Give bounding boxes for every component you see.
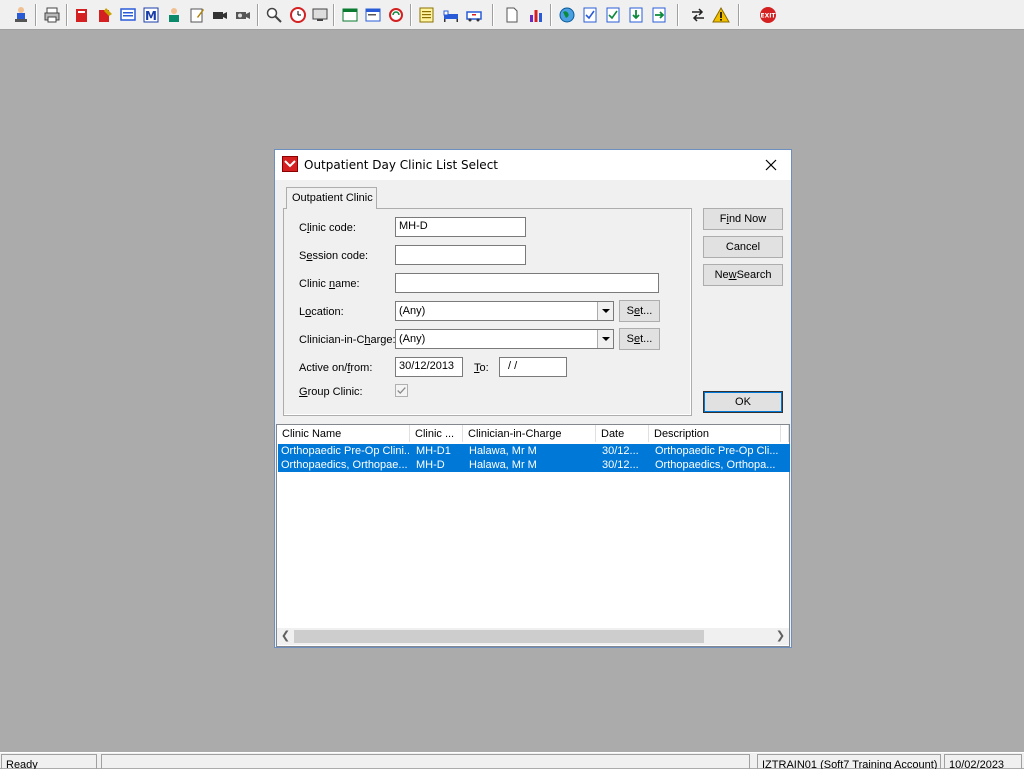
printer-icon[interactable] [42,4,62,25]
ok-button[interactable]: OK [703,391,783,413]
status-date: 10/02/2023 [944,754,1022,769]
active-from-label: Active on/from: [299,362,373,374]
location-dropdown[interactable]: (Any) [395,301,614,321]
column-header-clinician[interactable]: Clinician-in-Charge [463,425,596,442]
letter-m-icon[interactable]: M [141,4,161,25]
find-now-button[interactable]: Fi nd Now [703,208,783,230]
group-clinic-checkbox[interactable] [395,384,408,397]
new-search-button[interactable]: Ne w Search [703,264,783,286]
location-value: (Any) [399,305,426,317]
form-tick-icon[interactable] [603,4,623,25]
clinic-code-label: Clinic code: [299,222,356,234]
cell-clinician: Halawa, Mr M [469,445,537,457]
exit-icon[interactable]: EXIT [758,4,778,25]
form-check-icon[interactable] [580,4,600,25]
to-date-input[interactable]: / / [499,357,567,377]
cell-description: Orthopaedic Pre-Op Cli... [655,445,779,457]
table-row[interactable]: Orthopaedic Pre-Op Clini... MH-D1 Halawa… [278,444,790,458]
cell-clinic-name: Orthopaedic Pre-Op Clini... [281,445,409,457]
column-header-date[interactable]: Date [596,425,649,442]
cell-clinic-name: Orthopaedics, Orthopae... [281,459,408,471]
horizontal-scrollbar[interactable]: ❮ ❯ [277,628,789,645]
status-blank-pane [101,754,750,769]
clinic-name-input[interactable] [395,273,659,293]
clinician-set-button[interactable]: Se t... [619,328,660,350]
window-list-icon[interactable] [363,4,383,25]
group-clinic-label: Group Clinic: [299,386,363,398]
scroll-right-icon[interactable]: ❯ [772,628,789,645]
close-icon[interactable] [761,155,781,175]
session-code-input[interactable] [395,245,526,265]
chevron-down-icon[interactable] [597,302,613,320]
cell-date: 30/12... [602,459,639,471]
window-panel-icon[interactable] [340,4,360,25]
to-label: To: [474,362,489,374]
person-at-computer-icon[interactable] [11,4,31,25]
list-header: Clinic Name Clinic ... Clinician-in-Char… [277,425,789,442]
video-camera-alt-icon[interactable] [233,4,253,25]
chevron-down-icon[interactable] [597,330,613,348]
active-from-input[interactable]: 30/12/2013 [395,357,463,377]
scroll-left-icon[interactable]: ❮ [277,628,294,645]
clock-icon[interactable] [288,4,308,25]
monitor-icon[interactable] [310,4,330,25]
ambulance-icon[interactable] [464,4,484,25]
column-header-description[interactable]: Description [649,425,781,442]
location-set-button[interactable]: Se t... [619,300,660,322]
clinic-code-input[interactable]: MH-D [395,217,526,237]
svg-text:M: M [145,9,157,23]
scrollbar-thumb[interactable] [294,630,704,643]
app-icon [282,156,298,172]
bed-icon[interactable] [441,4,461,25]
swap-arrows-icon[interactable] [688,4,708,25]
clinician-dropdown[interactable]: (Any) [395,329,614,349]
globe-refresh-icon[interactable] [386,4,406,25]
book-edit-icon[interactable] [95,4,115,25]
bar-chart-icon[interactable] [526,4,546,25]
globe-icon[interactable] [557,4,577,25]
clinician-value: (Any) [399,333,426,345]
cell-date: 30/12... [602,445,639,457]
cell-description: Orthopaedics, Orthopa... [655,459,776,471]
clinician-label: Clinician-in-Charge: [299,334,396,346]
document-icon[interactable] [502,4,522,25]
status-text: Ready [1,754,97,769]
cell-clinic-code: MH-D1 [416,445,451,457]
notes-edit-icon[interactable] [187,4,207,25]
tab-label: Outpatient Clinic [292,192,373,204]
screen-list-icon[interactable] [118,4,138,25]
table-row[interactable]: Orthopaedics, Orthopae... MH-D Halawa, M… [278,458,790,472]
form-green-arrow-icon[interactable] [649,4,669,25]
form-down-arrow-icon[interactable] [626,4,646,25]
dialog-titlebar[interactable]: Outpatient Day Clinic List Select [275,150,791,180]
cancel-button[interactable]: Cancel [703,236,783,258]
column-header-overflow [781,425,789,442]
tab-outpatient-clinic[interactable]: Outpatient Clinic [286,187,377,209]
doctor-icon[interactable] [164,4,184,25]
svg-text:EXIT: EXIT [760,12,776,19]
cell-clinic-code: MH-D [416,459,445,471]
warning-icon[interactable] [711,4,731,25]
cell-clinician: Halawa, Mr M [469,459,537,471]
yellow-notes-icon[interactable] [417,4,437,25]
video-camera-icon[interactable] [210,4,230,25]
magnify-icon[interactable] [264,4,284,25]
column-header-clinic-code[interactable]: Clinic ... [410,425,463,442]
status-account: IZTRAIN01 (Soft7 Training Account) [757,754,941,769]
clinic-list-select-dialog: Outpatient Day Clinic List Select Outpat… [274,149,792,648]
location-label: Location: [299,306,344,318]
session-code-label: Session code: [299,250,369,262]
dialog-title: Outpatient Day Clinic List Select [304,158,498,172]
column-header-clinic-name[interactable]: Clinic Name [277,425,410,442]
main-toolbar: M EXIT [0,0,1024,30]
red-book-icon[interactable] [72,4,92,25]
status-bar: Ready IZTRAIN01 (Soft7 Training Account)… [0,752,1024,769]
clinic-name-label: Clinic name: [299,278,360,290]
clinic-results-list[interactable]: Clinic Name Clinic ... Clinician-in-Char… [276,424,790,647]
